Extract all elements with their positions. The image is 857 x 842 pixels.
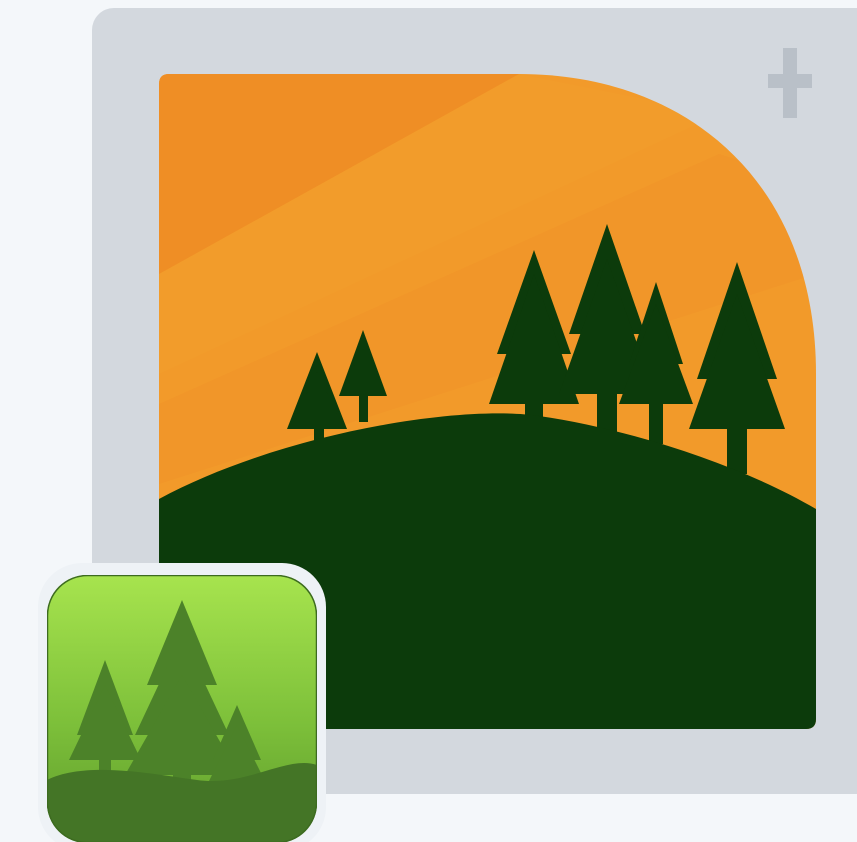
- forest-app-icon[interactable]: [47, 575, 317, 842]
- stage: [0, 0, 857, 842]
